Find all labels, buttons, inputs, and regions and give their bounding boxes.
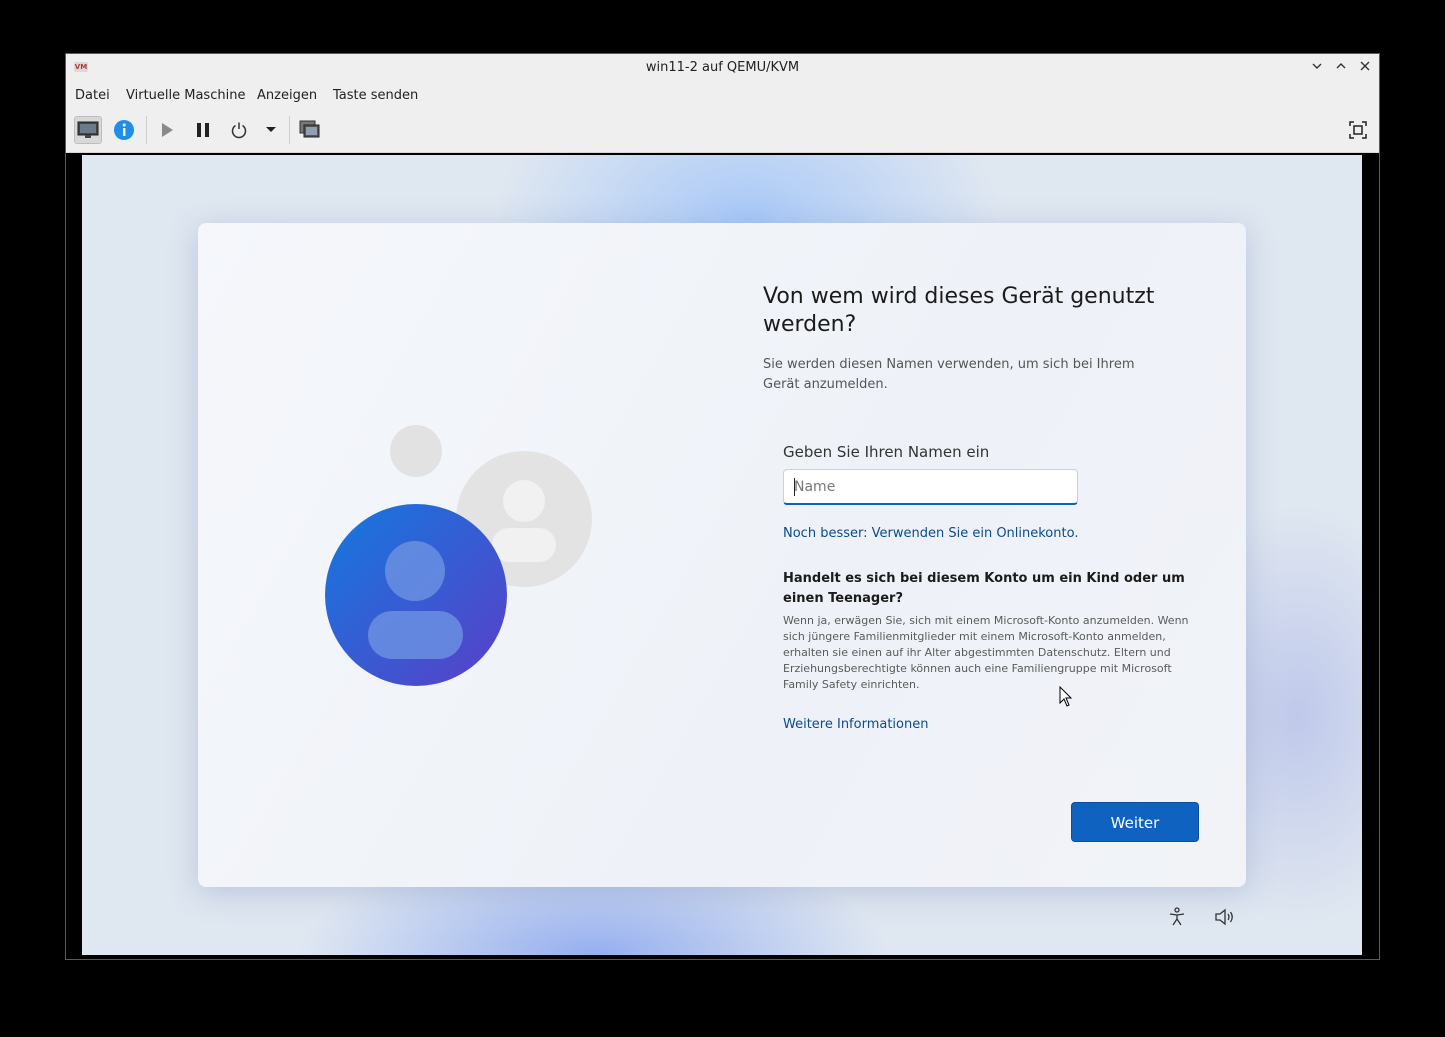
menu-taste-senden[interactable]: Taste senden xyxy=(333,88,418,103)
toolbar-separator xyxy=(146,116,147,144)
menu-datei[interactable]: Datei xyxy=(75,88,110,103)
menu-virtuelle-maschine[interactable]: Virtuelle Maschine xyxy=(126,88,245,103)
online-account-link[interactable]: Noch besser: Verwenden Sie ein Onlinekon… xyxy=(783,526,1078,541)
text-caret xyxy=(794,478,795,496)
oobe-card: Von wem wird dieses Gerät genutzt werden… xyxy=(198,223,1246,887)
minimize-icon[interactable] xyxy=(1307,58,1327,78)
name-input[interactable] xyxy=(783,469,1078,505)
page-subtext: Sie werden diesen Namen verwenden, um si… xyxy=(763,357,1135,392)
close-icon[interactable] xyxy=(1355,58,1375,78)
teen-heading: Handelt es sich bei diesem Konto um ein … xyxy=(783,571,1185,606)
power-dropdown-icon[interactable] xyxy=(257,116,285,144)
console-icon[interactable] xyxy=(74,116,102,144)
name-field-label: Geben Sie Ihren Namen ein xyxy=(783,443,990,461)
mouse-cursor-icon xyxy=(1059,686,1073,707)
more-info-link[interactable]: Weitere Informationen xyxy=(783,717,928,732)
window-title: win11-2 auf QEMU/KVM xyxy=(645,60,800,75)
menu-anzeigen[interactable]: Anzeigen xyxy=(257,88,317,103)
vm-window: VM win11-2 auf QEMU/KVM Datei Virtuelle … xyxy=(65,53,1380,960)
page-heading: Von wem wird dieses Gerät genutzt werden… xyxy=(763,284,1155,337)
fullscreen-icon[interactable] xyxy=(1344,116,1372,144)
info-icon[interactable] xyxy=(110,116,138,144)
vm-display[interactable]: Von wem wird dieses Gerät genutzt werden… xyxy=(82,155,1362,955)
teen-description: Wenn ja, erwägen Sie, sich mit einem Mic… xyxy=(783,614,1189,691)
menu-bar: Datei Virtuelle Maschine Anzeigen Taste … xyxy=(66,82,1379,108)
pause-icon[interactable] xyxy=(189,116,217,144)
user-avatar-illustration-icon xyxy=(325,425,592,686)
next-button[interactable]: Weiter xyxy=(1071,802,1199,842)
toolbar xyxy=(66,108,1379,153)
power-icon[interactable] xyxy=(225,116,253,144)
toolbar-separator xyxy=(289,116,290,144)
snapshot-icon[interactable] xyxy=(296,116,324,144)
volume-icon[interactable] xyxy=(1213,905,1237,929)
title-bar[interactable]: VM win11-2 auf QEMU/KVM xyxy=(66,54,1379,82)
accessibility-icon[interactable] xyxy=(1165,905,1189,929)
maximize-icon[interactable] xyxy=(1331,58,1351,78)
play-icon[interactable] xyxy=(153,116,181,144)
